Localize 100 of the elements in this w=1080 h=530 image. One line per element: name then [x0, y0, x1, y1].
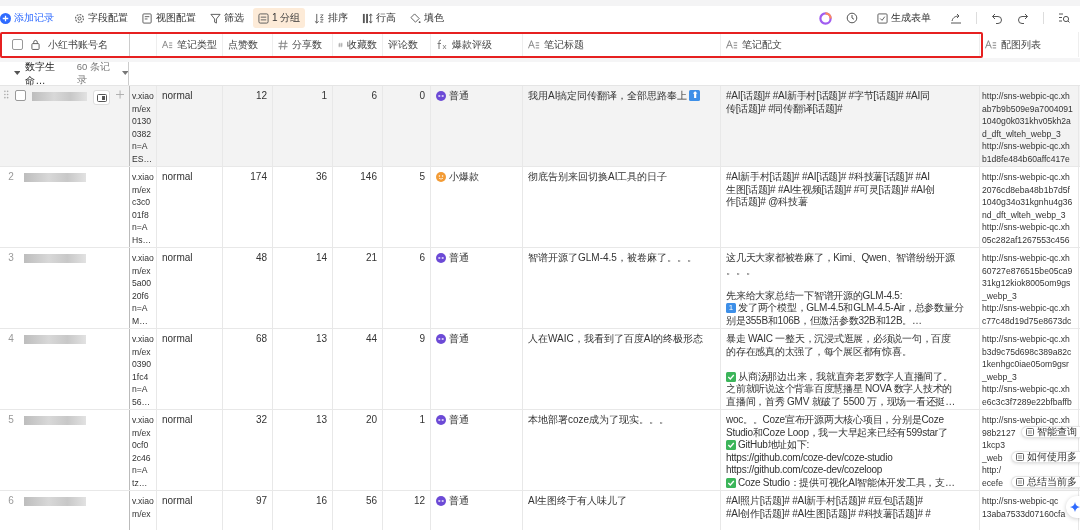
search-icon[interactable] [1058, 12, 1070, 24]
table-cell: 56 [365, 495, 377, 506]
generate-form-button[interactable]: 生成表单 [872, 8, 936, 28]
blurred-name-placeholder [24, 335, 86, 344]
image-url-text: ecefe [982, 476, 1004, 489]
toolbar-button[interactable]: 添加记录 [0, 8, 59, 28]
caption-line: 别是355B和106B，但激活参数32B和12B。… [726, 314, 922, 327]
caption-line: #AI创作[话题]# #AI生图[话题]# #科技薯[话题]# # [726, 507, 931, 520]
toolbar-button[interactable]: 视图配置 [137, 8, 201, 28]
undo-icon[interactable] [991, 12, 1003, 24]
blurred-name-placeholder [31, 92, 88, 101]
table-cell: 146 [360, 171, 377, 182]
column-header[interactable]: 笔记标题 [544, 37, 584, 52]
image-url-text: e6c3c3f7289e22bfbaffb [982, 395, 1072, 408]
image-url-text: http://sns-webpic-qc.xh [982, 302, 1070, 315]
table-cell: 5 [419, 171, 425, 182]
table-cell: 6 [419, 252, 425, 263]
table-cell: 36 [315, 171, 327, 182]
filter-icon [210, 12, 221, 24]
image-url-text: 60727e876515be05ca9 [982, 264, 1073, 277]
row-checkbox[interactable] [14, 90, 26, 101]
table-cell: v.xiao m/ex [132, 496, 154, 519]
caption-line: 这几天大家都被卷麻了，Kimi、Qwen、智谱纷纷开源 [726, 252, 955, 265]
sparkle-icon [1070, 502, 1080, 512]
caption-line: woc。。Coze宣布开源两大核心项目，分别是Coze [726, 414, 944, 427]
blurred-name-placeholder [24, 497, 86, 506]
suggestion-chip[interactable]: 总结当前多 [1011, 475, 1080, 488]
image-url-text: http://sns-webpic-qc.xh [982, 221, 1070, 234]
column-header[interactable]: 评论数 [388, 37, 418, 52]
redo-icon[interactable] [1017, 12, 1029, 24]
column-header[interactable]: 笔记配文 [742, 37, 782, 52]
row-number: 6 [7, 495, 15, 508]
table-cell: 174 [250, 171, 267, 182]
caption-line: 先来给大家总结一下智谱开源的GLM-4.5: [726, 289, 903, 302]
caption-line: 之前就听说这个背靠百度慧播星 NOVA 数字人技术的 [726, 383, 953, 396]
table-cell: 13 [315, 333, 327, 344]
column-header[interactable]: 爆款评级 [452, 37, 492, 52]
column-header[interactable]: 配图列表 [1001, 37, 1041, 52]
image-url-text: 1040g34o31kgnhu4g36 [982, 196, 1073, 209]
table-cell: normal [162, 252, 193, 263]
image-url-text: http://sns-webpic-qc [982, 495, 1059, 508]
table-cell: v.xiao m/ex 5a00 20f6 n=A M… [132, 253, 154, 326]
toolbar-button[interactable]: 填色 [405, 8, 450, 28]
image-url-text: http:/ [982, 464, 1002, 477]
toolbar-button[interactable]: 1 分组 [253, 8, 306, 28]
caption-line: 生图[话题]# #AI生视频[话题]# #可灵[话题]# #AI创 [726, 183, 936, 196]
ai-assistant-button[interactable] [1066, 496, 1080, 518]
image-url-text: 31kg12kiok8005om9gs [982, 277, 1071, 290]
caption-line: #AI[话题]# #AI新手村[话题]# #字节[话题]# #AI同 [726, 90, 930, 103]
column-header[interactable]: 小红书账号名 [48, 37, 108, 52]
table-cell: v.xiao m/ex c3c0 01f8 n=A Hs… [132, 172, 154, 245]
row-number: 2 [7, 171, 15, 184]
ai-orb-icon[interactable] [819, 11, 832, 25]
column-header[interactable]: 点赞数 [228, 37, 258, 52]
table-cell: 人在WAIC，我看到了百度AI的终极形态 [528, 333, 704, 346]
toolbar-button[interactable]: 排序 [309, 8, 354, 28]
caption-line: 。。。 [726, 264, 756, 277]
column-header[interactable]: 笔记类型 [177, 37, 217, 52]
suggestion-chip[interactable]: 智能查询 [1021, 425, 1080, 438]
formula-icon [436, 39, 448, 50]
dropdown-caret-icon[interactable] [121, 71, 128, 76]
table-cell: normal [162, 333, 193, 344]
table-cell: 16 [315, 495, 327, 506]
table-cell: normal [162, 90, 193, 101]
rating-label: 普通 [449, 252, 469, 265]
image-url-text: d_dft_wlteh_webp_3 [982, 127, 1061, 140]
column-header[interactable]: 收藏数 [347, 37, 377, 52]
image-url-text: 13aba7533d07160cfa [982, 507, 1066, 520]
table-cell: 9 [419, 333, 425, 344]
caption-line: 传[话题]# #同传翻译[话题]# [726, 102, 843, 115]
toolbar-button[interactable]: 行高 [357, 8, 402, 28]
lock-icon [31, 39, 40, 50]
clock-icon[interactable] [846, 12, 858, 24]
suggestion-icon [1016, 452, 1024, 461]
caption-line: 的存在感真的太强了，每个展区都有惊喜。 [726, 345, 912, 358]
record-count: 60 条记录 [76, 60, 111, 87]
caption-line: https://github.com/coze-dev/coze-studio [726, 451, 893, 464]
checkbox[interactable] [12, 39, 23, 50]
row-number: 4 [7, 333, 15, 346]
image-url-text: 98b2127 [982, 426, 1016, 439]
group-icon [258, 12, 269, 24]
expand-record-button[interactable] [93, 90, 110, 105]
column-header[interactable]: 分享数 [292, 37, 322, 52]
toolbar-button[interactable]: 字段配置 [69, 8, 133, 28]
check-icon [726, 477, 736, 488]
toolbar-button[interactable]: 筛选 [205, 8, 249, 28]
image-url-text: http://sns-webpic-qc.xh [982, 383, 1070, 396]
collapse-caret-icon[interactable] [14, 71, 21, 76]
table-cell: v.xiao m/ex 0390 1fc4 n=A 56… [132, 334, 154, 407]
caption-line: 发了两个模型，GLM-4.5和GLM-4.5-Air，总参数量分 [738, 302, 964, 315]
image-url-text: http://sns-webpic-qc.xh [982, 333, 1070, 346]
drag-handle-icon[interactable] [4, 90, 9, 99]
suggestion-chip[interactable]: 如何使用多 [1011, 450, 1080, 463]
table-cell: normal [162, 414, 193, 425]
image-url-text: 1kenhgc0iae05om9gsr [982, 358, 1069, 371]
text-field-icon [985, 40, 997, 49]
form-icon [877, 12, 888, 24]
share-icon[interactable] [950, 12, 962, 24]
image-url-text: c77c48d19d75e8673dc [982, 314, 1072, 327]
table-cell: 20 [365, 414, 377, 425]
